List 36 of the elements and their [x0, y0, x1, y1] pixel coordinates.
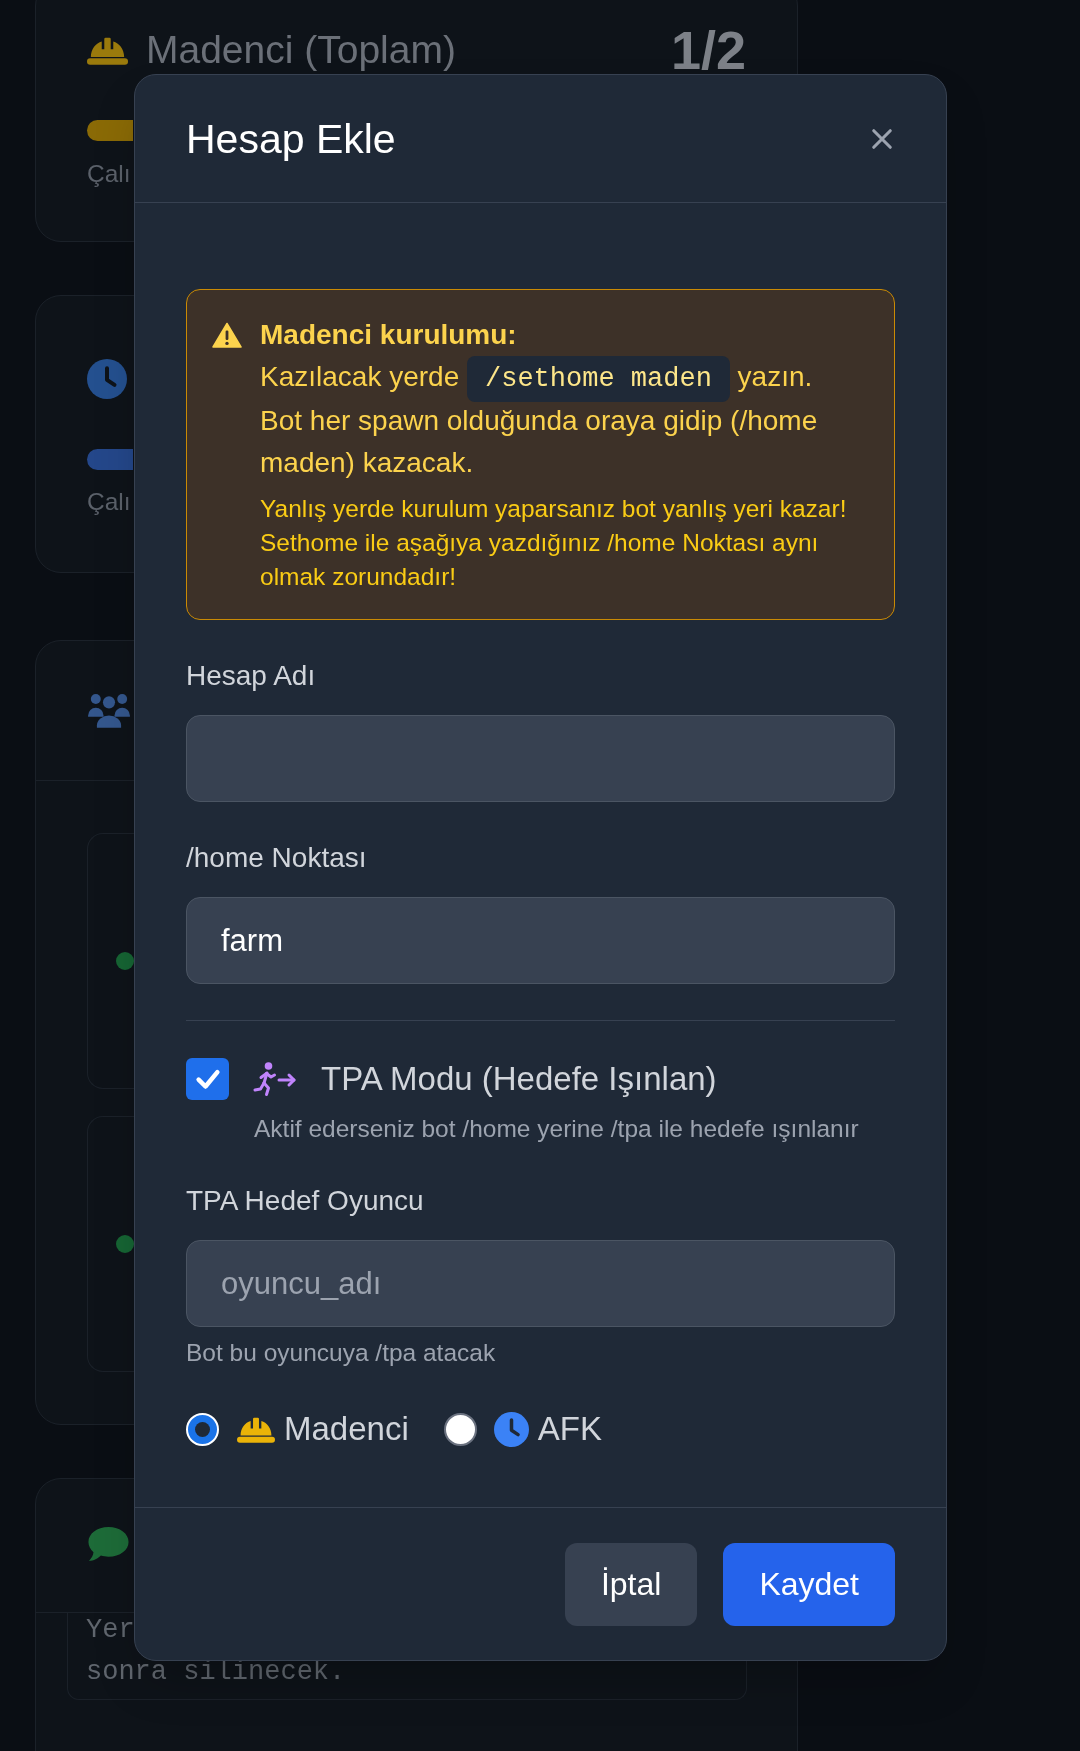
- warning-title: Madenci kurulumu:: [260, 318, 518, 352]
- option-label[interactable]: Madenci: [284, 1409, 409, 1449]
- status-caption: Çalı: [87, 159, 131, 189]
- input-field[interactable]: farm: [186, 897, 895, 984]
- users-icon: [87, 691, 131, 728]
- option-label[interactable]: AFK: [537, 1409, 602, 1449]
- field-label: TPA Hedef Oyuncu: [186, 1184, 424, 1218]
- clock-icon: [493, 1411, 529, 1447]
- warning-note: Yanlış yerde kurulum yaparsanız bot yanlış yeri kazar! Sethome ile aşağıya yazdığınız /home Noktası aynı olmak zorundadır!: [260, 494, 848, 592]
- log-line: sonra silinecek.: [86, 1656, 346, 1689]
- log-line: Yer: [86, 1614, 135, 1647]
- input-field[interactable]: oyuncu_adı: [186, 1240, 895, 1327]
- save-button[interactable]: Kaydet: [723, 1542, 895, 1626]
- stat-count: 1/2: [670, 26, 746, 74]
- field-hint: Bot bu oyuncuya /tpa atacak: [186, 1338, 496, 1368]
- hard-hat-icon: [87, 35, 128, 65]
- input-field[interactable]: [186, 715, 895, 802]
- field-label: Hesap Adı: [186, 659, 316, 693]
- instruction-text: Kazılacak yerde /sethome maden yazın. Bot her spawn olduğunda oraya gidip (/home maden) kazacak.: [260, 356, 858, 484]
- radio-button[interactable]: [443, 1412, 477, 1446]
- close-icon: [871, 127, 893, 150]
- cancel-button[interactable]: İptal: [564, 1542, 698, 1626]
- status-caption: Çalı: [87, 487, 131, 517]
- clock-icon: [87, 359, 127, 399]
- checkbox-label[interactable]: TPA Modu (Hedefe Işınlan): [321, 1059, 717, 1099]
- checkbox-description: Aktif ederseniz bot /home yerine /tpa ile hedefe ışınlanır: [254, 1114, 859, 1144]
- command-code: /sethome maden: [467, 356, 730, 402]
- warning-icon: [212, 322, 242, 348]
- field-label: /home Noktası: [186, 841, 367, 875]
- checkbox[interactable]: [186, 1058, 229, 1100]
- close-button[interactable]: [871, 127, 893, 150]
- hard-hat-icon: [237, 1415, 275, 1443]
- running-person-arrow-icon: [253, 1061, 297, 1097]
- chat-bubble-icon: [87, 1525, 130, 1563]
- stat-title: Madenci (Toplam): [146, 28, 456, 72]
- dialog-title: Hesap Ekle: [186, 114, 396, 163]
